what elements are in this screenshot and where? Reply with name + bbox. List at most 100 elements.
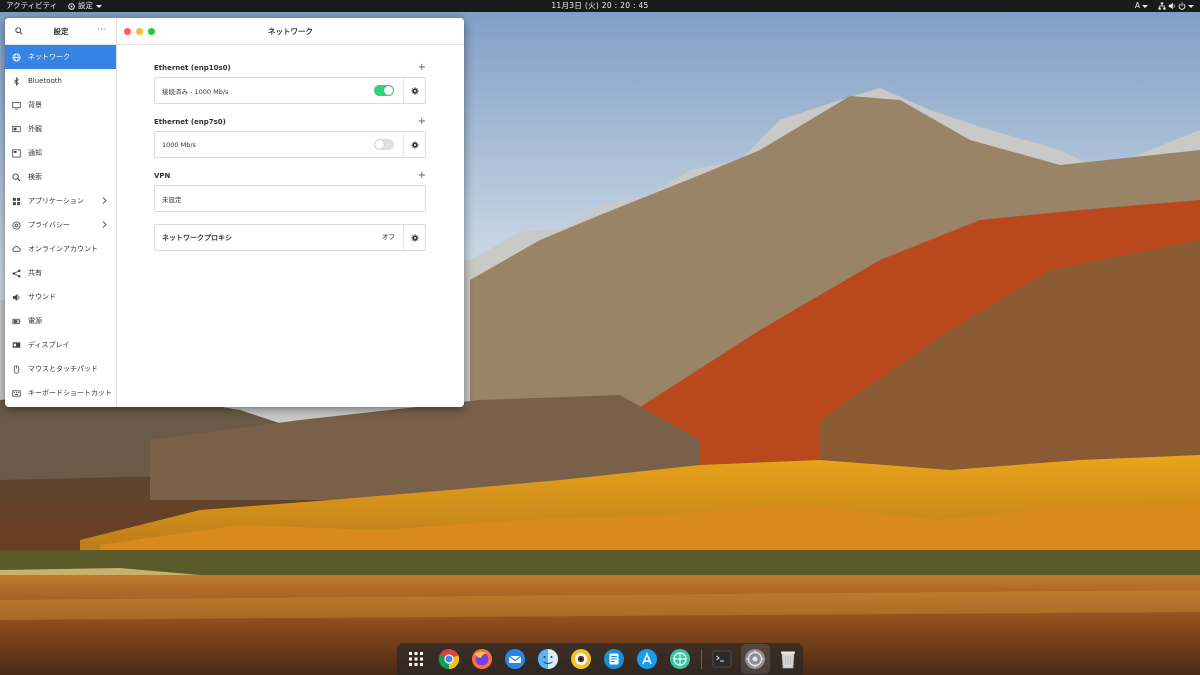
sidebar-item-label: 外観 [28,125,42,133]
power-icon [12,317,21,326]
chevron-down-icon [1142,4,1148,8]
sidebar-item-label: 電源 [28,317,42,325]
settings-window: 設定 ··· ネットワーク Bluetooth 背景 外観 通知 検索 アプリケ… [5,18,464,407]
ethernet-enp10s0-switch[interactable] [374,85,394,96]
add-vpn-button[interactable]: + [418,171,426,181]
notifications-icon [12,148,21,158]
wired-network-icon [1158,2,1166,10]
sidebar-item-mouse-touchpad[interactable]: マウスとタッチパッド [5,357,116,381]
sidebar-item-keyboard-shortcuts[interactable]: キーボードショートカット [5,381,116,405]
sidebar-item-label: 共有 [28,269,42,277]
proxy-label: ネットワークプロキシ [162,233,232,242]
sharing-icon [12,269,21,278]
ethernet-enp7s0-switch[interactable] [374,139,394,150]
chevron-right-icon [102,221,107,228]
sidebar-item-search[interactable]: 検索 [5,165,116,189]
sidebar-item-background[interactable]: 背景 [5,93,116,117]
background-icon [12,101,21,110]
proxy-settings-button[interactable] [403,225,425,250]
section-label: Ethernet (enp7s0) [154,118,226,126]
vpn-header: VPN + [154,170,426,182]
terminal-icon [712,650,732,668]
chevron-down-icon [1188,4,1194,8]
ethernet-enp10s0-header: Ethernet (enp10s0) + [154,62,426,74]
panel-title: ネットワーク [268,27,313,36]
eye-app-icon [570,649,591,669]
notes-icon [604,649,624,669]
sidebar-item-label: 背景 [28,101,42,109]
sidebar-item-label: アプリケーション [28,197,84,205]
gear-icon [410,233,419,242]
section-label: VPN [154,172,171,180]
connection-status: 接続済み - 1000 Mb/s [162,87,229,96]
sidebar-item-label: プライバシー [28,221,70,229]
dock-chrome[interactable] [434,644,463,674]
dock-mail[interactable] [500,644,529,674]
clock[interactable]: 11月3日 (火) 20 : 20 : 45 [0,0,1200,12]
mouse-icon [12,364,21,374]
vpn-status: 未設定 [162,195,182,204]
sidebar-item-label: サウンド [28,293,56,301]
sidebar-item-bluetooth[interactable]: Bluetooth [5,69,116,93]
sidebar-item-label: Bluetooth [28,77,62,85]
dock-eye-app[interactable] [566,644,595,674]
network-proxy-row[interactable]: ネットワークプロキシ オフ [154,224,426,251]
section-label: Ethernet (enp10s0) [154,64,231,72]
power-icon [1178,2,1186,10]
browser-icon [670,649,691,669]
sidebar-item-applications[interactable]: アプリケーション [5,189,116,213]
connection-settings-button[interactable] [403,132,425,157]
sidebar-item-power[interactable]: 電源 [5,309,116,333]
status-menu[interactable] [1158,2,1194,10]
display-icon [12,341,21,350]
sidebar-list: ネットワーク Bluetooth 背景 外観 通知 検索 アプリケーション プラ… [5,45,116,405]
search-icon [12,172,21,182]
ethernet-enp10s0-row: 接続済み - 1000 Mb/s [154,77,426,104]
system-settings-icon [745,649,766,669]
appearance-icon [12,125,21,134]
system-tray[interactable]: A [1135,0,1194,12]
sidebar-item-sharing[interactable]: 共有 [5,261,116,285]
panel-header: ネットワーク [117,18,464,45]
add-connection-button[interactable]: + [418,117,426,127]
bluetooth-icon [12,76,21,86]
vpn-row: 未設定 [154,185,426,212]
sidebar-item-display[interactable]: ディスプレイ [5,333,116,357]
privacy-icon [12,220,21,230]
dock [397,643,803,675]
network-panel: ネットワーク Ethernet (enp10s0) + 接続済み - 1000 … [117,18,464,407]
sidebar-item-label: 通知 [28,149,42,157]
input-method-indicator[interactable]: A [1135,0,1148,12]
connection-status: 1000 Mb/s [162,140,196,149]
sidebar-item-label: マウスとタッチパッド [28,365,98,373]
gear-icon [410,86,419,95]
sidebar-item-label: ネットワーク [28,53,70,61]
dock-system-settings[interactable] [740,644,770,674]
top-bar: アクティビティ 設定 11月3日 (火) 20 : 20 : 45 A [0,0,1200,12]
add-connection-button[interactable]: + [418,63,426,73]
sidebar-item-appearance[interactable]: 外観 [5,117,116,141]
dock-browser[interactable] [666,644,695,674]
sidebar-item-sound[interactable]: サウンド [5,285,116,309]
more-menu-button[interactable]: ··· [97,18,106,42]
sidebar-item-privacy[interactable]: プライバシー [5,213,116,237]
dock-app-store[interactable] [633,644,662,674]
app-grid-icon [408,652,423,666]
connection-settings-button[interactable] [403,78,425,103]
switch-knob [375,140,384,149]
sidebar-item-online-accounts[interactable]: オンラインアカウント [5,237,116,261]
sidebar-item-notifications[interactable]: 通知 [5,141,116,165]
dock-finder[interactable] [533,644,562,674]
sidebar-header: 設定 ··· [5,18,116,45]
ethernet-enp7s0-row: 1000 Mb/s [154,131,426,158]
chevron-right-icon [102,197,107,204]
dock-trash[interactable] [774,644,803,674]
dock-firefox[interactable] [467,644,496,674]
firefox-icon [471,649,492,669]
dock-app-grid[interactable] [401,644,430,674]
sidebar-item-network[interactable]: ネットワーク [5,45,116,69]
finder-icon [537,649,558,669]
settings-sidebar: 設定 ··· ネットワーク Bluetooth 背景 外観 通知 検索 アプリケ… [5,18,117,407]
dock-notes[interactable] [599,644,628,674]
dock-terminal[interactable] [708,644,737,674]
